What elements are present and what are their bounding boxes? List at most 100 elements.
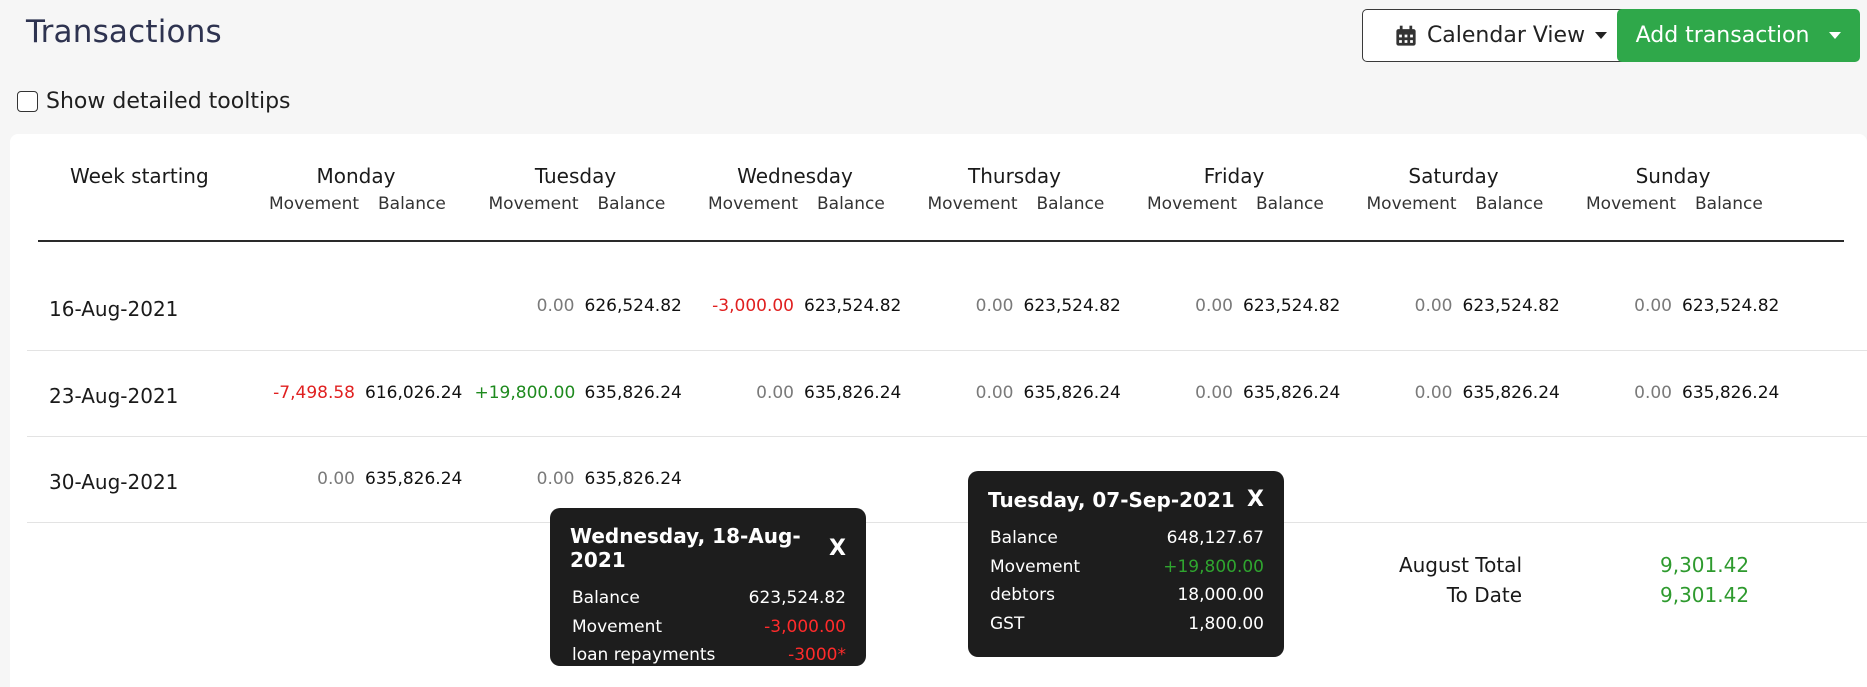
header-divider [38, 240, 1844, 242]
balance-value[interactable]: 623,524.82 [1682, 296, 1779, 316]
balance-value[interactable]: 635,826.24 [1243, 383, 1340, 403]
caret-down-icon [1595, 32, 1608, 39]
page-title: Transactions [26, 14, 222, 50]
balance-subheader: Balance [1695, 194, 1763, 214]
tooltip-row: loan repayments -3000* [570, 641, 846, 670]
tooltip-row-value: 18,000.00 [1177, 585, 1264, 605]
to-date-label: To Date [1446, 583, 1522, 607]
tooltip-row: Movement +19,800.00 [988, 553, 1264, 582]
movement-subheader: Movement [269, 194, 360, 214]
to-date-value: 9,301.42 [1660, 583, 1750, 607]
balance-value[interactable]: 635,826.24 [365, 469, 462, 489]
balance-subheader: Balance [1475, 194, 1544, 214]
balance-value[interactable]: 623,524.82 [1024, 296, 1121, 316]
tooltip-row-value: +19,800.00 [1163, 556, 1264, 577]
august-total-label: August Total [1398, 553, 1522, 577]
tooltip-row-value: 623,524.82 [748, 588, 846, 608]
balance-value[interactable]: 626,524.82 [585, 296, 682, 316]
movement-value[interactable]: +19,800.00 [475, 383, 576, 403]
tooltip-close-button[interactable]: X [1247, 487, 1264, 512]
tooltip-row-label: debtors [990, 585, 1055, 605]
balance-value[interactable]: 635,826.24 [585, 469, 682, 489]
tooltip-row-label: Movement [572, 616, 663, 637]
day-header-thursday: Thursday [968, 164, 1061, 188]
tooltip-date: Wednesday, 18-Aug-2021 [570, 524, 801, 572]
balance-value[interactable]: 623,524.82 [1463, 296, 1560, 316]
detailed-tooltips-toggle[interactable]: Show detailed tooltips [17, 89, 291, 114]
tooltip-row: GST 1,800.00 [988, 610, 1264, 639]
day-header-tuesday: Tuesday [534, 164, 617, 188]
balance-value[interactable]: 635,826.24 [585, 383, 682, 403]
movement-value[interactable]: 0.00 [1572, 383, 1672, 403]
day-header-sunday: Sunday [1635, 164, 1711, 188]
tooltip-title: Wednesday, 18-Aug-2021 X [570, 524, 846, 572]
row-divider [27, 522, 1867, 523]
caret-down-icon[interactable] [1829, 32, 1842, 39]
tooltip-row-label: Movement [990, 556, 1081, 577]
movement-value[interactable]: 0.00 [1133, 296, 1233, 316]
movement-value[interactable]: 0.00 [475, 469, 575, 489]
calendar-view-label: Calendar View [1426, 23, 1586, 48]
calendar-icon [1396, 25, 1416, 46]
balance-value[interactable]: 616,026.24 [365, 383, 462, 403]
movement-subheader: Movement [927, 194, 1018, 214]
movement-value[interactable]: 0.00 [1133, 383, 1233, 403]
add-transaction-label: Add transaction [1635, 23, 1810, 48]
movement-subheader: Movement [1147, 194, 1238, 214]
tooltip-row-label: Balance [572, 588, 640, 608]
movement-subheader: Movement [1586, 194, 1677, 214]
balance-value[interactable]: 635,826.24 [804, 383, 901, 403]
tooltip-row: Balance 648,127.67 [988, 524, 1264, 553]
movement-value[interactable]: 0.00 [475, 296, 575, 316]
detailed-tooltips-label: Show detailed tooltips [46, 89, 291, 114]
balance-value[interactable]: 623,524.82 [1243, 296, 1340, 316]
day-header-monday: Monday [316, 164, 396, 188]
movement-value[interactable]: 0.00 [1353, 296, 1453, 316]
tooltip-row-value: 648,127.67 [1166, 528, 1264, 548]
movement-subheader: Movement [488, 194, 579, 214]
balance-value[interactable]: 623,524.82 [804, 296, 901, 316]
movement-value[interactable]: 0.00 [914, 383, 1014, 403]
balance-value[interactable]: 635,826.24 [1463, 383, 1560, 403]
balance-subheader: Balance [378, 194, 446, 214]
week-starting-header: Week starting [70, 164, 209, 188]
tooltip-row-label: Balance [990, 528, 1058, 548]
movement-value[interactable]: 0.00 [914, 296, 1014, 316]
tooltip-date: Tuesday, 07-Sep-2021 [988, 487, 1235, 512]
week-label: 23-Aug-2021 [49, 384, 179, 408]
row-divider [27, 436, 1867, 437]
balance-value[interactable]: 635,826.24 [1682, 383, 1779, 403]
movement-subheader: Movement [708, 194, 799, 214]
august-total-value: 9,301.42 [1660, 553, 1750, 577]
tooltip-row: Balance 623,524.82 [570, 584, 846, 613]
balance-subheader: Balance [817, 194, 885, 214]
tooltip-row: debtors 18,000.00 [988, 581, 1264, 610]
balance-value[interactable]: 635,826.24 [1024, 383, 1121, 403]
detailed-tooltips-checkbox[interactable] [17, 91, 38, 112]
movement-subheader: Movement [1366, 194, 1457, 214]
add-transaction-button[interactable]: Add transaction [1617, 9, 1860, 62]
week-label: 30-Aug-2021 [49, 470, 179, 494]
movement-value[interactable]: 0.00 [1353, 383, 1453, 403]
balance-subheader: Balance [1256, 194, 1324, 214]
movement-value[interactable]: -3,000.00 [694, 296, 794, 316]
day-header-friday: Friday [1203, 164, 1265, 188]
movement-value[interactable]: 0.00 [255, 469, 355, 489]
day-header-saturday: Saturday [1408, 164, 1499, 188]
balance-subheader: Balance [597, 194, 666, 214]
day-tooltip: Wednesday, 18-Aug-2021 X Balance 623,524.82… [550, 508, 866, 666]
week-label: 16-Aug-2021 [49, 297, 179, 321]
calendar-view-button[interactable]: Calendar View [1362, 9, 1640, 62]
day-tooltip: Tuesday, 07-Sep-2021 X Balance 648,127.67 Mo… [968, 471, 1284, 657]
tooltip-row-value: -3000* [788, 645, 846, 665]
row-divider [27, 350, 1867, 351]
tooltip-row-value: 1,800.00 [1188, 613, 1264, 634]
tooltip-row: Movement -3,000.00 [570, 613, 846, 642]
tooltip-row-label: GST [990, 613, 1025, 634]
tooltip-close-button[interactable]: X [829, 536, 846, 561]
movement-value[interactable]: -7,498.58 [255, 383, 355, 403]
movement-value[interactable]: 0.00 [1572, 296, 1672, 316]
tooltip-row-label: loan repayments [572, 645, 716, 665]
day-header-wednesday: Wednesday [737, 164, 853, 188]
movement-value[interactable]: 0.00 [694, 383, 794, 403]
